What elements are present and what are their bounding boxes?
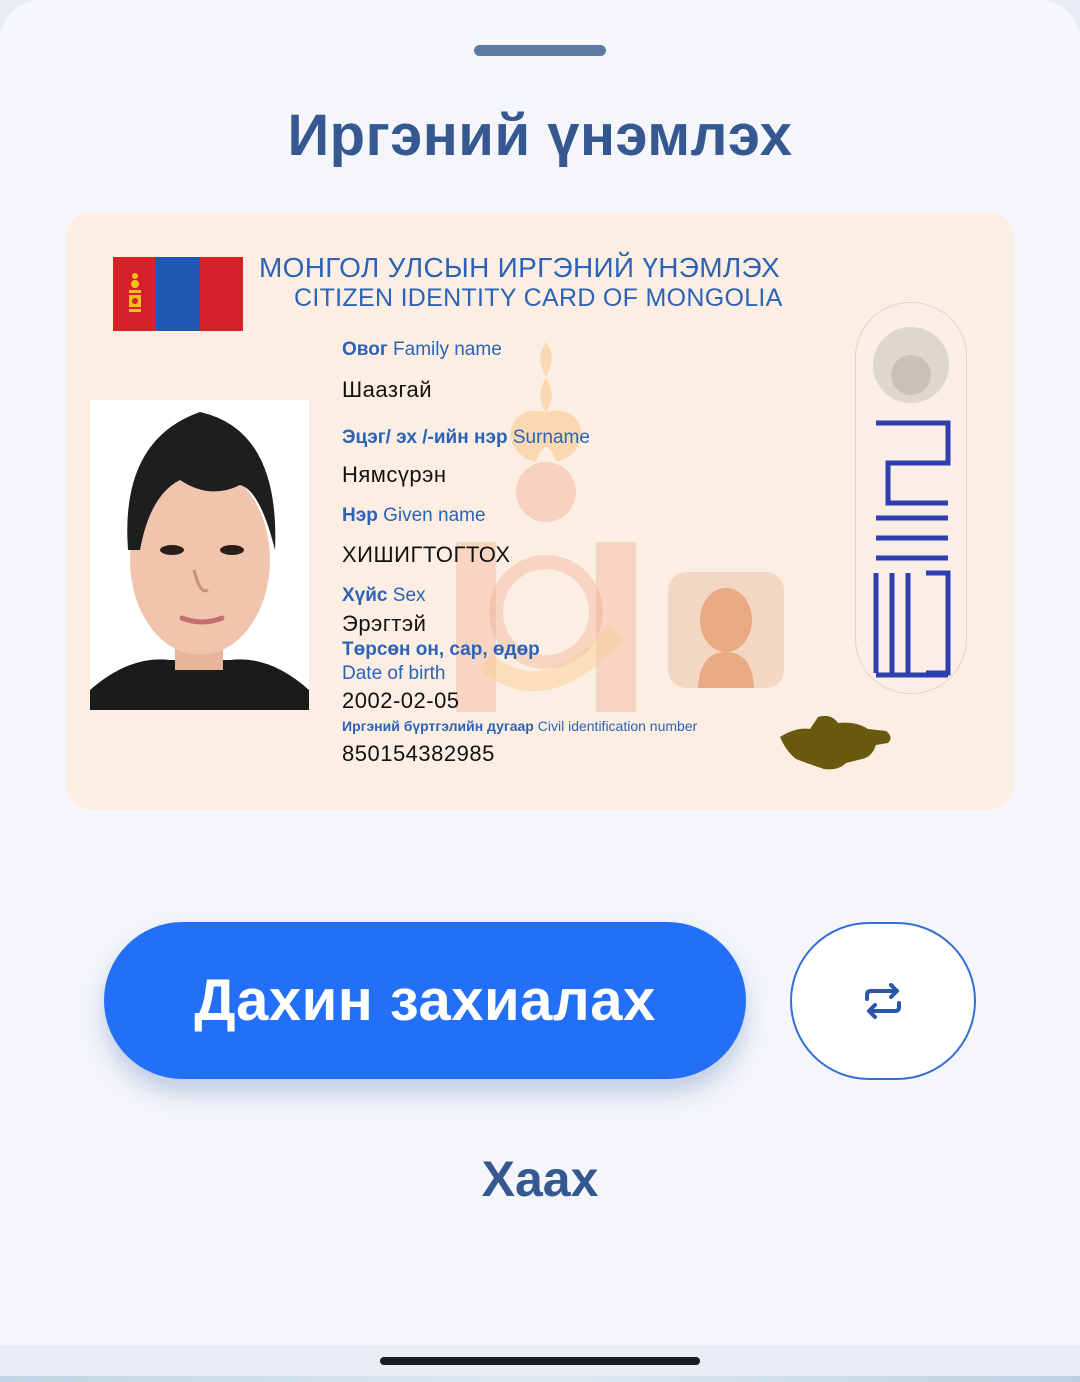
card-header-mn: МОНГОЛ УЛСЫН ИРГЭНИЙ ҮНЭМЛЭХ	[259, 252, 780, 283]
given-name-label: Нэр Given name	[342, 505, 486, 526]
surname-value: Нямсүрэн	[342, 462, 447, 487]
dob-label-en: Date of birth	[342, 663, 446, 684]
sex-value: Эрэгтэй	[342, 611, 427, 636]
family-name-value: Шаазгай	[342, 377, 433, 402]
holder-photo	[90, 400, 309, 710]
id-card: МОНГОЛ УЛСЫН ИРГЭНИЙ ҮНЭМЛЭХ CITIZEN IDE…	[66, 212, 1014, 810]
page-title: Иргэний үнэмлэх	[287, 103, 793, 168]
swap-arrows-icon	[865, 983, 901, 1019]
ghost-photo	[668, 572, 784, 688]
home-indicator[interactable]	[380, 1357, 700, 1365]
swap-button[interactable]	[790, 922, 976, 1080]
bottom-strip	[0, 1376, 1080, 1382]
dob-value: 2002-02-05	[342, 688, 460, 713]
card-header-en: CITIZEN IDENTITY CARD OF MONGOLIA	[294, 284, 783, 312]
sex-label: Хүйс Sex	[342, 585, 426, 606]
dob-label-mn: Төрсөн он, сар, өдөр	[342, 639, 540, 660]
close-button[interactable]: Хаах	[0, 1150, 1080, 1208]
bottom-sheet: Иргэний үнэмлэх МОНГОЛ УЛСЫН ИРГЭНИЙ ҮНЭ…	[0, 0, 1080, 1345]
given-name-value: ХИШИГТОГТОХ	[342, 542, 511, 567]
mongolian-script-panel	[855, 302, 967, 694]
reorder-button[interactable]: Дахин захиалах	[104, 922, 746, 1079]
civil-id-label: Иргэний бүртгэлийн дугаар Civil identifi…	[342, 718, 698, 734]
sheet-grabber[interactable]	[474, 45, 606, 56]
surname-label: Эцэг/ эх /-ийн нэр Surname	[342, 427, 590, 448]
civil-id-value: 850154382985	[342, 741, 495, 766]
family-name-label: Овог Family name	[342, 339, 502, 360]
mongolia-map-icon	[780, 715, 891, 770]
mongolia-flag-icon	[113, 257, 243, 331]
